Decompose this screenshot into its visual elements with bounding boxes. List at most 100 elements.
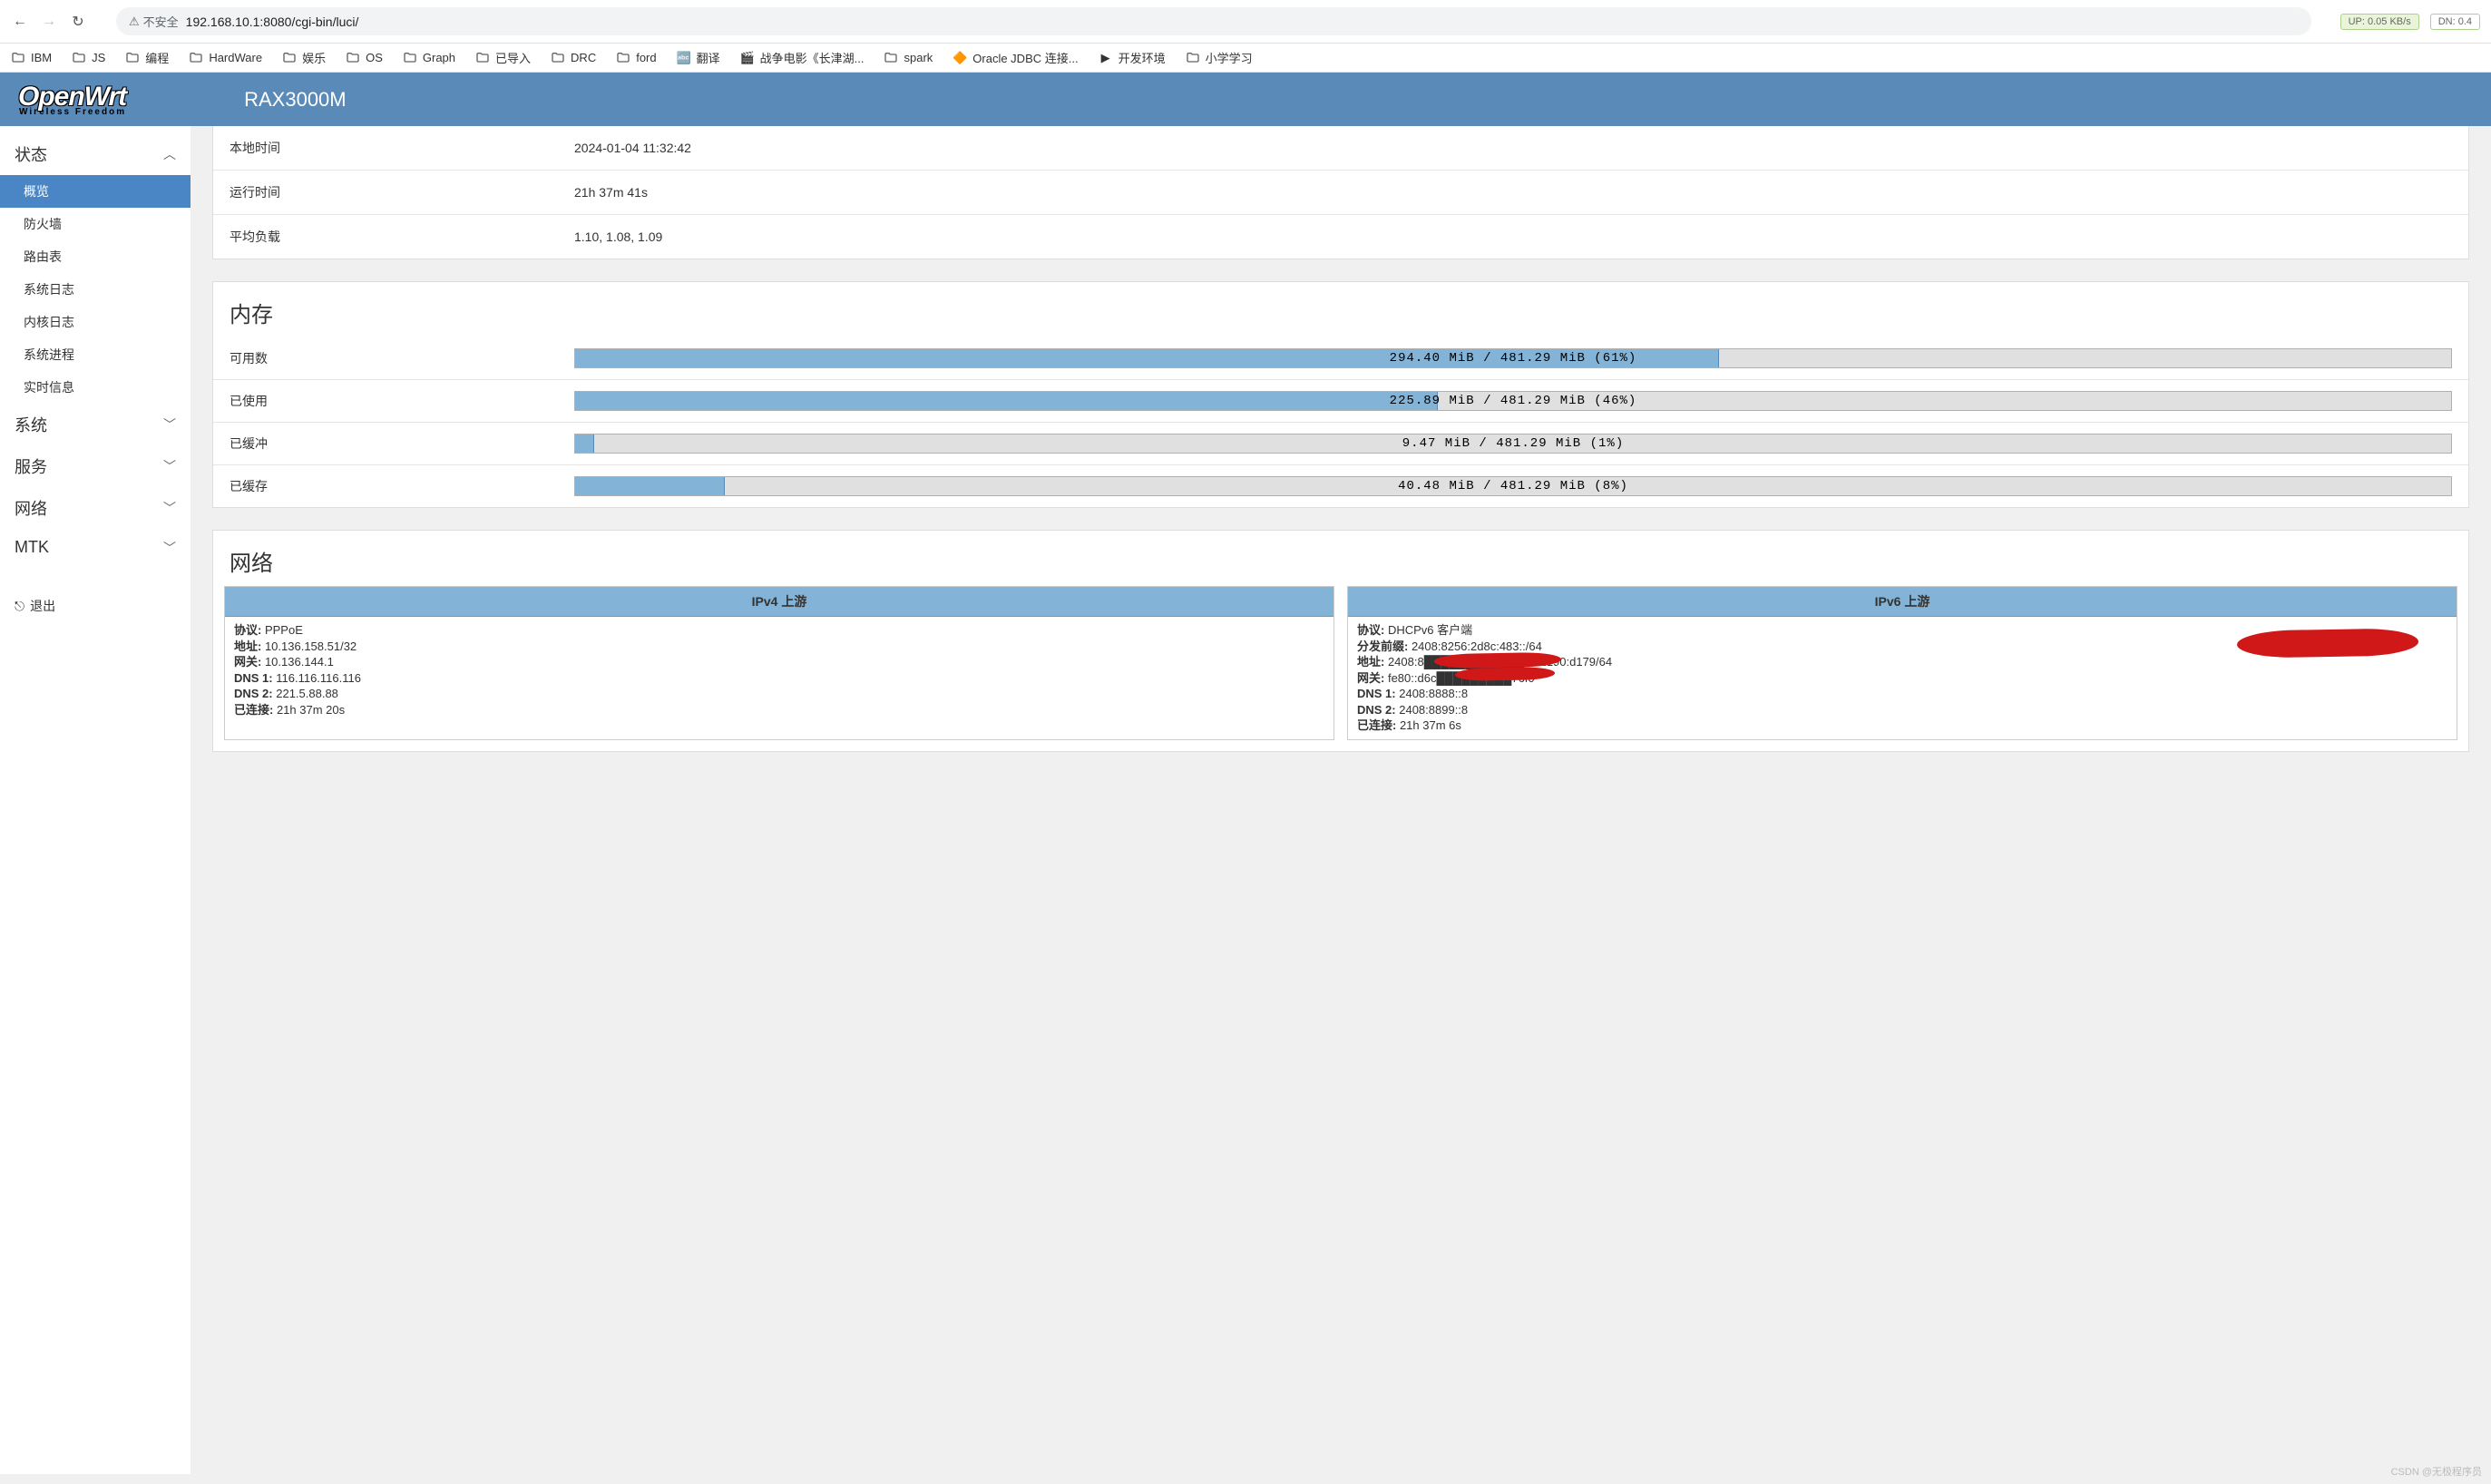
info-value: 21h 37m 41s: [574, 185, 2452, 200]
memory-bar-text: 294.40 MiB / 481.29 MiB (61%): [575, 349, 2451, 367]
info-label: 本地时间: [230, 139, 574, 157]
memory-bar: 294.40 MiB / 481.29 MiB (61%): [574, 348, 2452, 368]
info-label: 运行时间: [230, 183, 574, 201]
info-row: 本地时间2024-01-04 11:32:42: [213, 126, 2468, 171]
ipv6-card-title: IPv6 上游: [1348, 587, 2457, 617]
ipv4-card-title: IPv4 上游: [225, 587, 1333, 617]
bookmark-item[interactable]: 娱乐: [282, 49, 326, 66]
net-info-line: DNS 1: 2408:8888::8: [1357, 686, 2447, 702]
download-speed-badge: DN: 0.4: [2430, 14, 2480, 30]
bookmark-label: 翻译: [697, 49, 720, 66]
nav-item[interactable]: 概览: [0, 175, 190, 208]
bookmark-label: Graph: [423, 51, 455, 64]
bookmark-label: HardWare: [209, 51, 262, 64]
nav-item[interactable]: 系统进程: [0, 338, 190, 371]
bookmark-label: OS: [366, 51, 383, 64]
security-badge: ⚠ 不安全: [129, 13, 179, 30]
chevron-down-icon: ﹀: [163, 415, 176, 434]
memory-bar: 9.47 MiB / 481.29 MiB (1%): [574, 434, 2452, 454]
net-info-line: 地址: 10.136.158.51/32: [234, 639, 1324, 655]
memory-row: 可用数294.40 MiB / 481.29 MiB (61%): [213, 337, 2468, 380]
memory-row: 已缓冲9.47 MiB / 481.29 MiB (1%): [213, 423, 2468, 465]
bookmark-favicon: ▶: [1099, 51, 1113, 65]
nav-item[interactable]: 实时信息: [0, 371, 190, 404]
bookmark-label: DRC: [571, 51, 596, 64]
memory-panel: 内存 可用数294.40 MiB / 481.29 MiB (61%)已使用22…: [212, 281, 2469, 508]
nav-section: 状态︿概览防火墙路由表系统日志内核日志系统进程实时信息: [0, 133, 190, 404]
memory-bar-text: 225.89 MiB / 481.29 MiB (46%): [575, 392, 2451, 410]
net-info-line: DNS 1: 116.116.116.116: [234, 670, 1324, 687]
bookmark-item[interactable]: Graph: [403, 51, 455, 65]
nav-item[interactable]: 防火墙: [0, 208, 190, 240]
nav-section-header[interactable]: MTK﹀: [0, 529, 190, 566]
nav-section-label: 服务: [15, 454, 47, 478]
nav-section-label: 状态: [15, 142, 47, 166]
bookmark-favicon: 🔶: [952, 51, 967, 65]
nav-section-header[interactable]: 状态︿: [0, 133, 190, 175]
nav-section-label: 网络: [15, 496, 47, 520]
bookmark-item[interactable]: 🔤翻译: [677, 49, 720, 66]
bookmark-item[interactable]: OS: [346, 51, 383, 65]
logout-label: 退出: [30, 597, 55, 615]
bookmark-item[interactable]: 已导入: [475, 49, 531, 66]
bookmark-item[interactable]: ▶开发环境: [1099, 49, 1166, 66]
bookmark-item[interactable]: JS: [72, 51, 105, 65]
bookmark-label: 小学学习: [1206, 49, 1253, 66]
nav-section: 系统﹀: [0, 404, 190, 445]
bookmark-item[interactable]: 编程: [125, 49, 169, 66]
info-value: 2024-01-04 11:32:42: [574, 141, 2452, 155]
bookmark-label: 编程: [145, 49, 169, 66]
nav-section-header[interactable]: 服务﹀: [0, 445, 190, 487]
bookmark-item[interactable]: DRC: [551, 51, 596, 65]
nav-item[interactable]: 内核日志: [0, 306, 190, 338]
nav-section-header[interactable]: 网络 ﹀: [0, 487, 190, 529]
nav-item[interactable]: 系统日志: [0, 273, 190, 306]
memory-bar-text: 9.47 MiB / 481.29 MiB (1%): [575, 434, 2451, 453]
bookmark-item[interactable]: IBM: [11, 51, 52, 65]
nav-section-header[interactable]: 系统﹀: [0, 404, 190, 445]
memory-label: 已缓存: [230, 477, 574, 495]
forward-button[interactable]: →: [40, 13, 58, 31]
info-value: 1.10, 1.08, 1.09: [574, 229, 2452, 244]
bookmark-item[interactable]: HardWare: [189, 51, 262, 65]
bookmark-item[interactable]: 🎬 战争电影《长津湖...: [740, 49, 865, 66]
bookmark-label: IBM: [31, 51, 52, 64]
bookmark-label: 已导入: [495, 49, 531, 66]
net-info-line: 已连接: 21h 37m 20s: [234, 702, 1324, 718]
memory-bar: 225.89 MiB / 481.29 MiB (46%): [574, 391, 2452, 411]
bookmark-label: Oracle JDBC 连接...: [972, 49, 1078, 66]
bookmark-favicon: 🎬: [740, 51, 755, 65]
memory-label: 已使用: [230, 392, 574, 410]
net-info-line: 协议: PPPoE: [234, 622, 1324, 639]
bookmark-label: JS: [92, 51, 105, 64]
main-layout: 状态︿概览防火墙路由表系统日志内核日志系统进程实时信息系统﹀服务﹀网络﹀MTK﹀…: [0, 126, 2491, 1474]
info-row: 运行时间21h 37m 41s: [213, 171, 2468, 215]
chevron-down-icon: ﹀: [163, 499, 176, 517]
nav-item[interactable]: 路由表: [0, 240, 190, 273]
url-bar[interactable]: ⚠ 不安全 192.168.10.1:8080/cgi-bin/luci/: [116, 7, 2311, 35]
back-button[interactable]: ←: [11, 13, 29, 31]
bookmark-label: 战争电影《长津湖...: [760, 49, 865, 66]
logo: OpenWrt Wireless Freedom: [18, 82, 126, 117]
warning-icon: ⚠: [129, 15, 140, 29]
nav-section: MTK﹀: [0, 529, 190, 566]
logout-button[interactable]: ⎋退出: [0, 584, 190, 628]
memory-bar: 40.48 MiB / 481.29 MiB (8%): [574, 476, 2452, 496]
memory-label: 可用数: [230, 349, 574, 367]
bookmark-item[interactable]: 小学学习: [1186, 49, 1253, 66]
browser-toolbar: ← → ↻ ⚠ 不安全 192.168.10.1:8080/cgi-bin/lu…: [0, 0, 2491, 44]
reload-button[interactable]: ↻: [69, 13, 87, 31]
security-label: 不安全: [143, 13, 179, 30]
model-name: RAX3000M: [244, 88, 347, 112]
net-info-line: 网关: 10.136.144.1: [234, 654, 1324, 670]
bookmarks-bar: IBM JS 编程 HardWare 娱乐 OS Graph 已导入 DRC ford 🔤翻译 🎬 战争…: [0, 44, 2491, 73]
ipv4-upstream-card: IPv4 上游 协议: PPPoE地址: 10.136.158.51/32网关:…: [224, 586, 1334, 740]
network-panel: 网络 IPv4 上游 协议: PPPoE地址: 10.136.158.51/32…: [212, 530, 2469, 752]
system-info-panel: 本地时间2024-01-04 11:32:42运行时间21h 37m 41s平均…: [212, 126, 2469, 259]
memory-bar-text: 40.48 MiB / 481.29 MiB (8%): [575, 477, 2451, 495]
bookmark-item[interactable]: spark: [884, 51, 933, 65]
ipv4-card-body: 协议: PPPoE地址: 10.136.158.51/32网关: 10.136.…: [225, 617, 1333, 723]
content: 本地时间2024-01-04 11:32:42运行时间21h 37m 41s平均…: [190, 126, 2491, 1474]
bookmark-item[interactable]: 🔶 Oracle JDBC 连接...: [952, 49, 1078, 66]
bookmark-item[interactable]: ford: [616, 51, 656, 65]
